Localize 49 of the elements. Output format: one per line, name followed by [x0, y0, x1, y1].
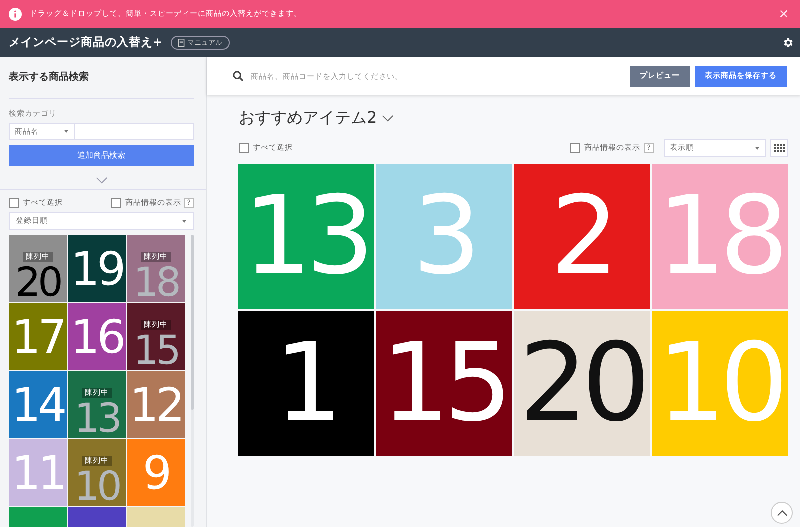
- chevron-down-icon[interactable]: [382, 115, 394, 122]
- product-tile[interactable]: 19: [68, 235, 126, 302]
- dropdown-arrow-icon: [755, 146, 760, 150]
- tile-number: 16: [70, 314, 124, 360]
- product-tile[interactable]: 20: [514, 311, 650, 456]
- tile-number: 12: [130, 382, 182, 428]
- tile-number: 3: [412, 182, 476, 290]
- tile-number: 2: [550, 182, 614, 290]
- dropdown-arrow-icon: [182, 220, 187, 222]
- product-tile[interactable]: 2: [514, 164, 650, 309]
- tile-number: 20: [519, 330, 645, 438]
- tile-number: 13: [74, 400, 120, 438]
- dropdown-arrow-icon: [64, 130, 69, 133]
- search-button[interactable]: 追加商品検索: [9, 145, 194, 166]
- tile-number: 19: [70, 246, 124, 292]
- product-tile[interactable]: 12: [127, 371, 185, 438]
- product-tile[interactable]: 14: [9, 371, 67, 438]
- tile-number: 17: [12, 314, 64, 360]
- sidebar-title: 表示する商品検索: [9, 70, 90, 84]
- tile-number: 18: [134, 264, 178, 302]
- tile-number: 20: [16, 264, 60, 302]
- product-tile[interactable]: 15: [376, 311, 512, 456]
- scrollbar-thumb[interactable]: [191, 235, 194, 410]
- chevron-up-icon: [776, 510, 788, 516]
- tile-number: 10: [74, 468, 120, 506]
- tile-number: 9: [142, 450, 170, 496]
- tile-number: 18: [657, 182, 783, 290]
- product-tile[interactable]: 13: [238, 164, 374, 309]
- book-icon: [178, 38, 185, 46]
- tile-number: 13: [243, 182, 369, 290]
- search-icon: [233, 70, 244, 82]
- page-title: メインページ商品の入替え+: [9, 35, 163, 50]
- grid-view-button[interactable]: [770, 139, 788, 157]
- list-heading: おすすめアイテム2: [239, 108, 378, 129]
- tile-number: 15: [381, 330, 507, 438]
- tile-number: 1: [274, 330, 338, 438]
- grid-icon: [774, 144, 784, 152]
- product-tile[interactable]: 16: [68, 303, 126, 370]
- chevron-down-icon[interactable]: [96, 177, 108, 184]
- settings-icon[interactable]: [782, 36, 794, 48]
- tile-number: 10: [657, 330, 783, 438]
- info-icon: [9, 8, 22, 20]
- close-icon[interactable]: [780, 10, 788, 18]
- product-tile[interactable]: 1: [238, 311, 374, 456]
- tile-number: 11: [12, 450, 64, 496]
- product-tile[interactable]: 17: [9, 303, 67, 370]
- scroll-top-button[interactable]: [771, 502, 793, 524]
- tile-number: 15: [134, 332, 178, 370]
- tile-number: 14: [12, 382, 64, 428]
